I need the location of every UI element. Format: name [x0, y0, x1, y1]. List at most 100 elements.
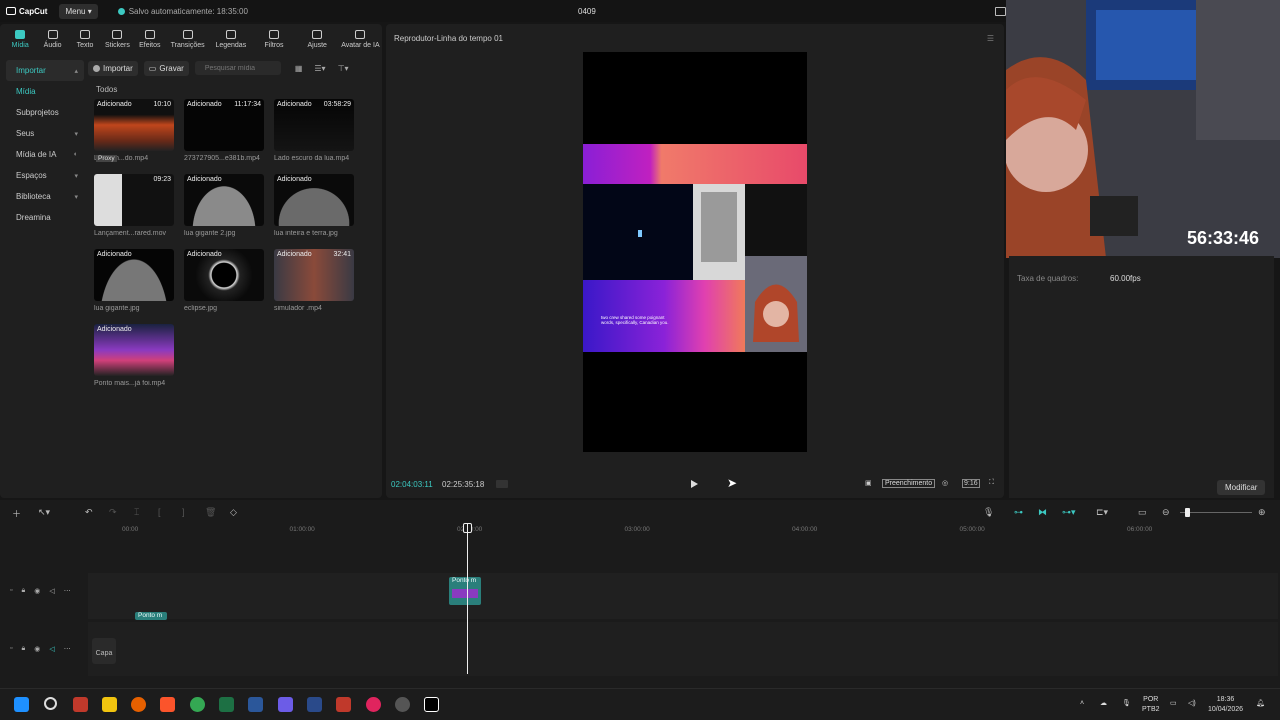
cover-button[interactable]: Capa — [92, 638, 116, 664]
tab-transitions[interactable]: Transições — [166, 24, 209, 54]
chrome-icon[interactable] — [190, 697, 205, 712]
import-button[interactable]: Importar — [88, 60, 138, 76]
record-button[interactable]: ▭ Gravar — [143, 60, 189, 76]
tab-effects[interactable]: Efeitos — [134, 24, 166, 54]
word-icon[interactable] — [248, 697, 263, 712]
brave-icon[interactable] — [160, 697, 175, 712]
media-item[interactable]: Adicionado lua gigante 2.jpg — [184, 174, 264, 237]
app-icon[interactable] — [278, 697, 293, 712]
add-track-icon[interactable]: ＋ — [12, 507, 21, 520]
file-explorer-icon[interactable] — [102, 697, 117, 712]
search-icon[interactable] — [44, 697, 57, 710]
sidebar-item[interactable]: Dreamina — [6, 207, 84, 228]
media-thumbnail[interactable]: Adicionado — [184, 174, 264, 226]
menu-button[interactable]: Menu ▾ — [59, 3, 98, 19]
tab-sticker[interactable]: Stickers — [101, 24, 133, 54]
select-tool-icon[interactable]: ↖▾ — [38, 507, 50, 518]
filter-icon[interactable]: ⊤▾ — [338, 64, 349, 73]
stream-app-icon[interactable] — [73, 697, 88, 712]
notification-icon[interactable]: 🔔︎ — [1256, 699, 1265, 709]
video-app-icon[interactable] — [336, 697, 351, 712]
tab-audio[interactable]: Áudio — [36, 24, 68, 54]
main-track[interactable] — [88, 622, 1278, 676]
more-icon[interactable]: ⋯ — [64, 587, 71, 595]
modify-button[interactable]: Modificar — [1217, 480, 1266, 495]
media-thumbnail[interactable]: Adicionado 11:17:34 — [184, 99, 264, 151]
marker-icon[interactable]: ◇ — [230, 507, 237, 518]
overlay-track[interactable] — [88, 573, 1278, 619]
screenshot-icon[interactable]: ◎ — [942, 479, 948, 487]
microphone-icon[interactable]: 🎙 — [983, 507, 994, 518]
media-item[interactable]: Adicionado 10:10 Lançam...do.mp4 Proxy — [94, 99, 174, 162]
excel-icon[interactable] — [219, 697, 234, 712]
crop-icon[interactable]: ▣ — [865, 479, 872, 487]
layout-icon[interactable] — [995, 7, 1006, 16]
link-icon[interactable]: ⊶ — [1014, 507, 1023, 518]
tab-captions[interactable]: Legendas — [209, 24, 252, 54]
eye-icon[interactable]: ◉ — [34, 645, 40, 653]
trim-left-icon[interactable]: [ — [158, 507, 161, 517]
media-item[interactable]: Adicionado lua gigante.jpg — [94, 249, 174, 312]
media-player-icon[interactable] — [366, 697, 381, 712]
playhead[interactable] — [467, 524, 468, 674]
search-media-input[interactable] — [194, 61, 281, 75]
network-icon[interactable]: ☁ — [1100, 699, 1107, 709]
sidebar-item[interactable]: Mídia de IA ◐ — [6, 144, 84, 165]
sidebar-item[interactable]: Seus ▾ — [6, 123, 84, 144]
snap-icon[interactable]: ⧓ — [1038, 507, 1047, 518]
media-item[interactable]: Adicionado 03:58:29 Lado escuro da lua.m… — [274, 99, 354, 162]
caption-track-icon[interactable]: ▭ — [1138, 507, 1147, 518]
sidebar-item[interactable]: Biblioteca ▾ — [6, 186, 84, 207]
volume-icon[interactable]: ◁ — [49, 587, 54, 595]
play-button[interactable] — [691, 480, 698, 488]
project-name[interactable]: 0409 — [578, 7, 596, 16]
media-item[interactable]: Adicionado 32:41 simulador .mp4 — [274, 249, 354, 312]
media-item[interactable]: Adicionado Ponto mais...já foi.mp4 — [94, 324, 174, 387]
mic-tray-icon[interactable]: 🎙 — [1122, 699, 1131, 709]
clock[interactable]: 18:36 10/04/2026 — [1208, 695, 1243, 715]
preview-canvas[interactable]: two crew shared some poignant words, spe… — [583, 52, 807, 452]
lock-icon[interactable]: 🔒︎ — [21, 587, 25, 595]
main-track-clip[interactable]: Ponto m — [135, 612, 167, 620]
tab-text[interactable]: Texto — [69, 24, 101, 54]
zoom-slider-handle[interactable] — [1185, 508, 1190, 517]
zoom-out-icon[interactable]: ⊖ — [1162, 507, 1170, 518]
sidebar-item[interactable]: Importar ▴ — [6, 60, 84, 81]
zoom-in-icon[interactable]: ⊕ — [1258, 507, 1266, 518]
sidebar-item[interactable]: Espaços ▾ — [6, 165, 84, 186]
tab-ai-avatar[interactable]: Avatar de IA — [339, 24, 382, 54]
media-thumbnail[interactable]: Adicionado 32:41 — [274, 249, 354, 301]
media-thumbnail[interactable]: Adicionado — [94, 324, 174, 376]
preview-axis-icon[interactable]: ⊶▾ — [1062, 507, 1076, 518]
sidebar-item[interactable]: Mídia — [6, 81, 84, 102]
windows-start-icon[interactable] — [14, 697, 29, 712]
more-icon[interactable]: ⋯ — [64, 645, 71, 653]
timeline-ruler[interactable]: 00:0001:00:0002:00:0003:00:0004:00:0005:… — [88, 526, 1278, 538]
sidebar-item[interactable]: Subprojetos — [6, 102, 84, 123]
aspect-ratio-button[interactable]: 9:16 — [962, 479, 980, 488]
media-thumbnail[interactable]: Adicionado — [274, 174, 354, 226]
align-icon[interactable]: ⊏▾ — [1096, 507, 1108, 518]
tab-adjust[interactable]: Ajuste — [296, 24, 339, 54]
delete-icon[interactable]: 🗑 — [205, 507, 216, 518]
trim-right-icon[interactable]: ] — [182, 507, 185, 517]
fullscreen-icon[interactable]: ⛶ — [989, 479, 994, 487]
sort-icon[interactable]: ☰▾ — [314, 64, 325, 73]
track-thumbnail-icon[interactable]: ▫ — [10, 645, 12, 653]
redo-icon[interactable]: ↷ — [109, 507, 117, 518]
volume-icon[interactable]: ◁ — [49, 645, 54, 653]
speaker-icon[interactable]: ◁) — [1188, 699, 1196, 709]
split-icon[interactable]: ⌶ — [134, 507, 139, 518]
language-indicator[interactable]: POR PTB2 — [1142, 695, 1160, 715]
track-thumbnail-icon[interactable]: ▫ — [10, 587, 12, 595]
tab-media[interactable]: Mídia — [4, 24, 36, 54]
timecode-icon[interactable] — [496, 480, 508, 488]
capcut-taskbar-icon[interactable] — [424, 697, 439, 712]
media-thumbnail[interactable]: Adicionado 03:58:29 — [274, 99, 354, 151]
media-thumbnail[interactable]: Adicionado — [184, 249, 264, 301]
media-thumbnail[interactable]: 09:23 — [94, 174, 174, 226]
undo-icon[interactable]: ↶ — [85, 507, 93, 518]
lc-app-icon[interactable] — [307, 697, 322, 712]
media-thumbnail[interactable]: Adicionado 10:10 — [94, 99, 174, 151]
timeline-clip[interactable]: Ponto m — [449, 577, 481, 605]
